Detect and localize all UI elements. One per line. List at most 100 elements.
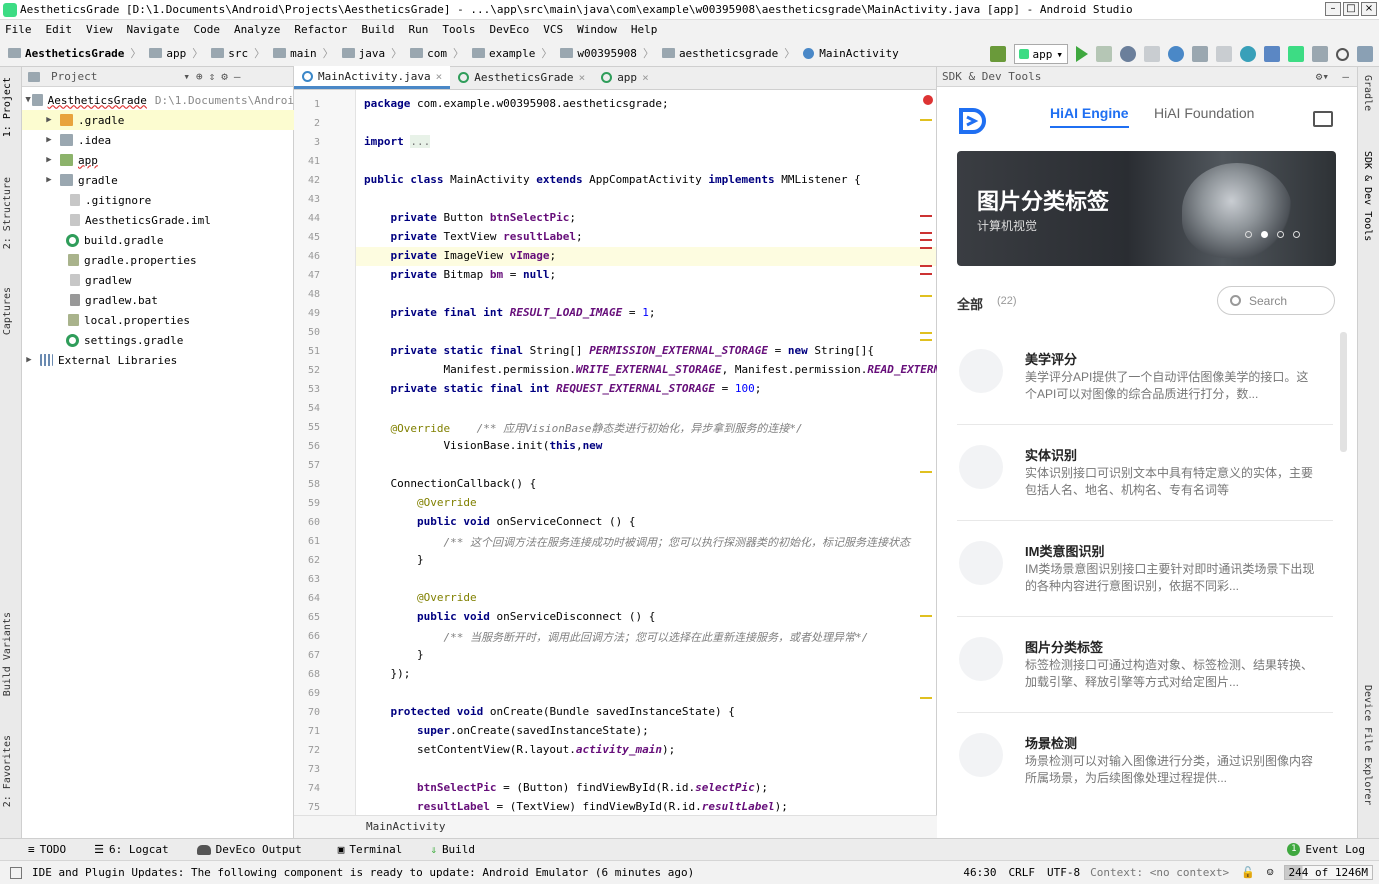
- error-icon[interactable]: [923, 95, 933, 105]
- menu-refactor[interactable]: Refactor: [294, 23, 347, 36]
- warning-mark[interactable]: [920, 339, 932, 341]
- carousel-dot[interactable]: [1293, 231, 1300, 238]
- locate-icon[interactable]: ⊕: [196, 70, 203, 83]
- menu-build[interactable]: Build: [361, 23, 394, 36]
- tab-aestheticsgrade[interactable]: AestheticsGrade ×: [450, 66, 593, 89]
- chevron-down-icon[interactable]: ▾: [183, 70, 190, 83]
- crumb-w00395908[interactable]: w00395908: [577, 47, 637, 60]
- menu-run[interactable]: Run: [408, 23, 428, 36]
- menu-window[interactable]: Window: [577, 23, 617, 36]
- crumb-app[interactable]: app: [166, 47, 186, 60]
- tab-app[interactable]: app ×: [593, 66, 657, 89]
- stop-icon[interactable]: [1216, 46, 1232, 62]
- terminal-button[interactable]: ▣ Terminal: [338, 843, 403, 856]
- carousel-dot[interactable]: [1277, 231, 1284, 238]
- tree-item-settings-gradle[interactable]: settings.gradle: [22, 330, 294, 350]
- tab-captures[interactable]: Captures: [2, 287, 13, 335]
- deveco-output-button[interactable]: DevEco Output: [196, 843, 302, 856]
- tree-root[interactable]: ▼ AestheticsGrade D:\1.Documents\Androi: [22, 90, 294, 110]
- tab-project[interactable]: 1: Project: [2, 77, 13, 137]
- menu-edit[interactable]: Edit: [46, 23, 73, 36]
- search-icon[interactable]: [1336, 47, 1349, 61]
- apply-changes-icon[interactable]: [1096, 46, 1112, 62]
- inspector-icon[interactable]: ☺: [1267, 866, 1274, 879]
- project-view-select[interactable]: Project: [51, 70, 97, 83]
- collapse-icon[interactable]: ⇕: [209, 70, 216, 83]
- menu-deveco[interactable]: DevEco: [489, 23, 529, 36]
- tree-item-local-properties[interactable]: local.properties: [22, 310, 294, 330]
- crumb-com[interactable]: com: [427, 47, 447, 60]
- run-config-select[interactable]: app ▾: [1013, 44, 1068, 64]
- account-icon[interactable]: [1357, 46, 1373, 62]
- warning-mark[interactable]: [920, 332, 932, 334]
- menu-vcs[interactable]: VCS: [543, 23, 563, 36]
- lock-icon[interactable]: 🔓: [1241, 866, 1255, 879]
- error-mark[interactable]: [920, 239, 932, 241]
- menu-navigate[interactable]: Navigate: [127, 23, 180, 36]
- menu-file[interactable]: File: [5, 23, 32, 36]
- hide-icon[interactable]: —: [1342, 67, 1349, 87]
- crumb-project[interactable]: AestheticsGrade: [25, 47, 124, 60]
- crumb-aestheticsgrade[interactable]: aestheticsgrade: [679, 47, 778, 60]
- tree-item-gradle-dir[interactable]: ▶ .gradle: [22, 110, 294, 130]
- list-item[interactable]: IM类意图识别 IM类场景意图识别接口主要针对即时通讯类场景下出现的各种内容进行…: [957, 521, 1333, 617]
- context-indicator[interactable]: Context: <no context>: [1090, 866, 1229, 879]
- hide-icon[interactable]: —: [234, 70, 241, 83]
- tab-gradle[interactable]: Gradle: [1362, 75, 1373, 111]
- tab-sdk-dev-tools[interactable]: SDK & Dev Tools: [1362, 151, 1373, 241]
- crumb-example[interactable]: example: [489, 47, 535, 60]
- list-item[interactable]: 实体识别 实体识别接口可识别文本中具有特定意义的实体，主要包括人名、地名、机构名…: [957, 425, 1333, 521]
- tab-build-variants[interactable]: Build Variants: [2, 612, 13, 696]
- tree-item-gradle[interactable]: ▶ gradle: [22, 170, 294, 190]
- project-structure-icon[interactable]: [1312, 46, 1328, 62]
- memory-indicator[interactable]: 244 of 1246M: [1283, 865, 1373, 880]
- tab-structure[interactable]: 2: Structure: [2, 177, 13, 249]
- menu-help[interactable]: Help: [631, 23, 658, 36]
- maximize-button[interactable]: □: [1343, 2, 1359, 16]
- tree-item-build-gradle[interactable]: build.gradle: [22, 230, 294, 250]
- gear-icon[interactable]: ⚙▾: [1316, 67, 1329, 87]
- make-project-icon[interactable]: [989, 46, 1006, 62]
- tree-item-iml[interactable]: AestheticsGrade.iml: [22, 210, 294, 230]
- tree-item-gradle-properties[interactable]: gradle.properties: [22, 250, 294, 270]
- attach-process-icon[interactable]: [1192, 46, 1208, 62]
- error-mark[interactable]: [920, 232, 932, 234]
- file-encoding[interactable]: UTF-8: [1047, 866, 1080, 879]
- list-item[interactable]: 美学评分 美学评分API提供了一个自动评估图像美学的接口。这个API可以对图像的…: [957, 329, 1333, 425]
- list-item[interactable]: 图片分类标签 标签检测接口可通过构造对象、标签检测、结果转换、加载引擎、释放引擎…: [957, 617, 1333, 713]
- warning-mark[interactable]: [920, 119, 932, 121]
- attach-debugger-icon[interactable]: [1144, 46, 1160, 62]
- crumb-src[interactable]: src: [228, 47, 248, 60]
- search-input[interactable]: Search: [1217, 286, 1335, 315]
- debug-icon[interactable]: [1120, 46, 1136, 62]
- crumb-java[interactable]: java: [359, 47, 386, 60]
- error-mark[interactable]: [920, 273, 932, 275]
- tab-device-file-explorer[interactable]: Device File Explorer: [1362, 685, 1373, 805]
- error-mark[interactable]: [920, 215, 932, 217]
- close-icon[interactable]: ×: [579, 71, 586, 84]
- tree-item-idea[interactable]: ▶ .idea: [22, 130, 294, 150]
- carousel-dot[interactable]: [1261, 231, 1268, 238]
- banner[interactable]: 图片分类标签 计算机视觉: [957, 151, 1336, 266]
- tree-item-external-libraries[interactable]: ▶ External Libraries: [22, 350, 294, 370]
- tree-item-gradlew[interactable]: gradlew: [22, 270, 294, 290]
- profiler-icon[interactable]: [1168, 46, 1184, 62]
- warning-mark[interactable]: [920, 295, 932, 297]
- carousel-dot[interactable]: [1245, 231, 1252, 238]
- cursor-position[interactable]: 46:30: [963, 866, 996, 879]
- tab-hiai-foundation[interactable]: HiAI Foundation: [1154, 105, 1254, 121]
- tree-item-gradlew-bat[interactable]: gradlew.bat: [22, 290, 294, 310]
- list-item[interactable]: 场景检测 场景检测可以对输入图像进行分类，通过识别图像内容所属场景，为后续图像处…: [957, 713, 1333, 813]
- todo-button[interactable]: ≡ TODO: [28, 843, 66, 856]
- menu-analyze[interactable]: Analyze: [234, 23, 280, 36]
- warning-mark[interactable]: [920, 697, 932, 699]
- tab-mainactivity-java[interactable]: MainActivity.java ×: [294, 66, 451, 89]
- all-label[interactable]: 全部: [957, 294, 983, 313]
- error-mark[interactable]: [920, 247, 932, 249]
- avd-manager-icon[interactable]: [1264, 46, 1280, 62]
- scrollbar[interactable]: [1340, 332, 1347, 452]
- status-message[interactable]: IDE and Plugin Updates: The following co…: [32, 866, 963, 879]
- close-icon[interactable]: ×: [436, 70, 443, 83]
- gear-icon[interactable]: ⚙: [221, 70, 228, 83]
- warning-mark[interactable]: [920, 471, 932, 473]
